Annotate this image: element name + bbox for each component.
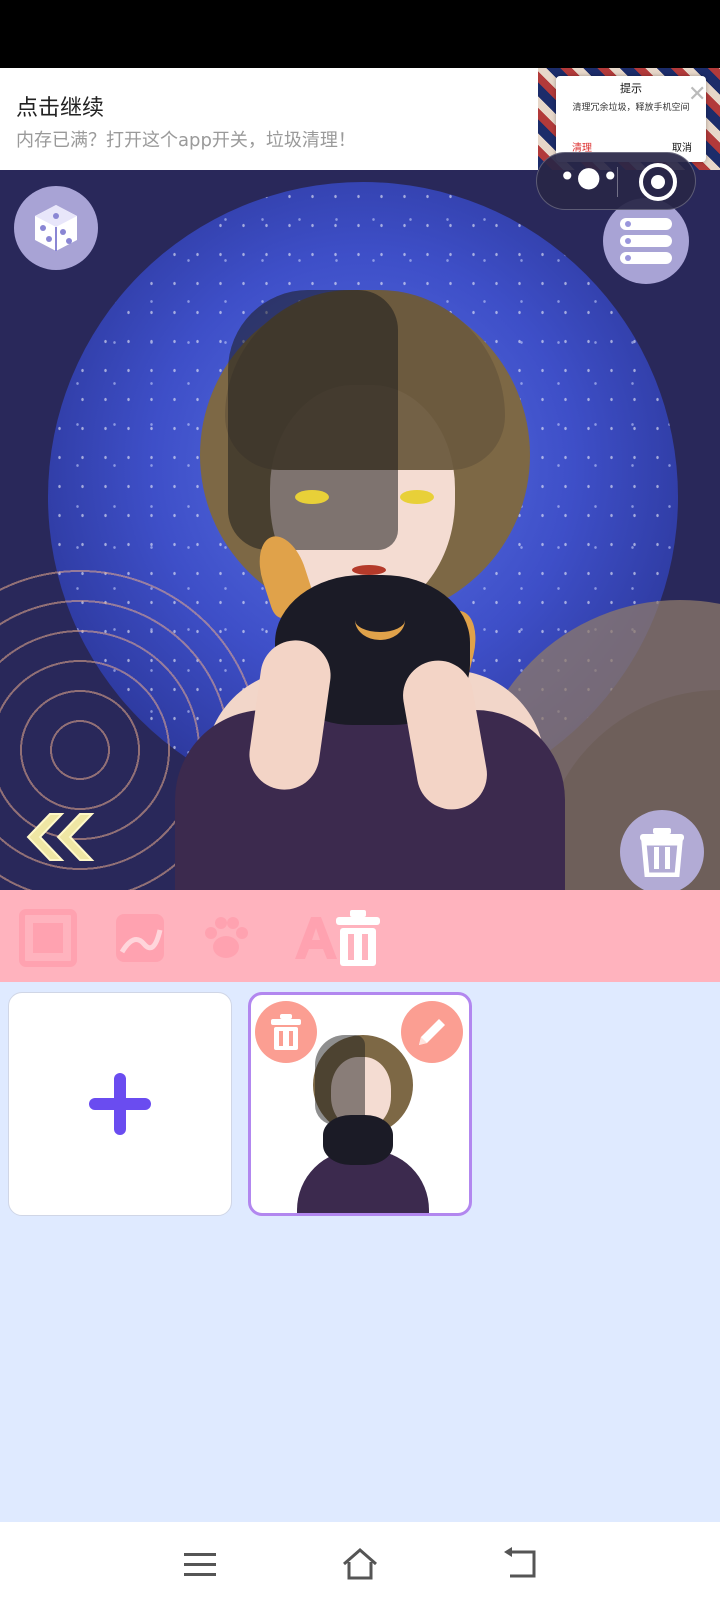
character-lips bbox=[352, 565, 386, 575]
system-nav-bar bbox=[0, 1522, 720, 1605]
character-hat-shadow bbox=[228, 290, 398, 550]
ad-dialog-cancel[interactable]: 取消 bbox=[672, 139, 692, 154]
avatar-canvas bbox=[0, 170, 720, 890]
close-miniprogram-icon[interactable] bbox=[639, 163, 677, 201]
clear-canvas-button[interactable] bbox=[620, 810, 704, 890]
more-icon[interactable]: •●• bbox=[559, 163, 619, 191]
collapse-button[interactable] bbox=[22, 810, 98, 864]
ad-dialog-message: 清理冗余垃圾，释放手机空间 bbox=[572, 103, 690, 113]
frame-icon bbox=[19, 909, 77, 967]
paw-icon bbox=[205, 917, 248, 958]
trash-icon bbox=[271, 1014, 301, 1050]
add-avatar-card[interactable] bbox=[8, 992, 232, 1216]
ad-subtitle[interactable]: 内存已满？打开这个app开关，垃圾清理！ bbox=[16, 126, 356, 152]
miniprogram-capsule: •●• bbox=[536, 152, 696, 210]
category-tab-bar bbox=[0, 890, 720, 982]
mask-moon-mark bbox=[355, 600, 405, 640]
character-dress bbox=[175, 710, 565, 890]
tab-pets[interactable] bbox=[194, 908, 258, 968]
ad-dialog-title: 提示 bbox=[620, 82, 642, 95]
background-icon bbox=[116, 914, 164, 962]
tab-background[interactable] bbox=[108, 908, 172, 968]
avatar-thumbnail bbox=[293, 1035, 433, 1213]
home-icon[interactable] bbox=[340, 1544, 380, 1584]
menu-list-button[interactable] bbox=[603, 198, 689, 284]
ad-dialog[interactable]: 提示 清理冗余垃圾，释放手机空间 清理 取消 bbox=[556, 76, 706, 162]
ad-close-icon[interactable]: ✕ bbox=[688, 84, 706, 106]
dice-icon bbox=[35, 205, 77, 251]
trash-icon bbox=[640, 828, 684, 877]
delete-avatar-button[interactable] bbox=[255, 1001, 317, 1063]
pencil-icon bbox=[419, 1019, 445, 1045]
double-chevron-left-icon bbox=[26, 813, 95, 861]
plus-icon bbox=[89, 1073, 151, 1135]
status-bar bbox=[0, 0, 720, 68]
trash-icon bbox=[336, 910, 380, 966]
list-menu-icon bbox=[620, 218, 672, 264]
ad-title[interactable]: 点击继续 bbox=[16, 90, 104, 122]
edit-avatar-button[interactable] bbox=[401, 1001, 463, 1063]
back-icon[interactable] bbox=[500, 1544, 540, 1584]
tab-delete[interactable] bbox=[326, 908, 390, 968]
character-eye-left bbox=[295, 490, 329, 504]
random-dice-button[interactable] bbox=[14, 186, 98, 270]
character-eye-right bbox=[400, 490, 434, 504]
saved-avatar-gallery bbox=[0, 982, 720, 1522]
menu-icon[interactable] bbox=[180, 1544, 220, 1584]
tab-frame[interactable] bbox=[16, 908, 80, 968]
saved-avatar-card[interactable] bbox=[248, 992, 472, 1216]
